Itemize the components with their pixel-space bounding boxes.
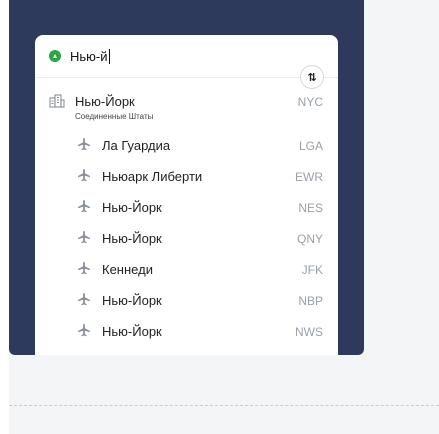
airport-name: Нью-Йорк — [102, 293, 162, 308]
airport-code: EWR — [295, 170, 323, 184]
airport-code: JFK — [301, 263, 323, 277]
airport-code: LGA — [298, 139, 323, 153]
airport-code: QNY — [296, 232, 323, 246]
swap-vertical-button[interactable]: ⇅ — [300, 65, 324, 89]
plane-icon — [78, 261, 90, 275]
page: Нью-й ⇅ Нью-Йорк Соединенные Штаты NYC Л… — [0, 0, 439, 434]
airport-name: Нью-Йорк — [102, 324, 162, 339]
city-country: Соединенные Штаты — [75, 112, 154, 121]
airport-name: Нью-Йорк — [102, 200, 162, 215]
swap-vertical-icon: ⇅ — [307, 71, 317, 84]
suggestion-city-new-york[interactable]: Нью-Йорк Соединенные Штаты NYC — [35, 90, 338, 130]
text-cursor — [108, 48, 110, 64]
origin-search-row[interactable]: Нью-й — [35, 35, 338, 78]
suggestion-airport-nbp[interactable]: Нью-Йорк NBP — [35, 285, 338, 316]
suggestions-list: Нью-Йорк Соединенные Штаты NYC Ла Гуарди… — [35, 90, 338, 347]
airport-code: NBP — [298, 294, 323, 308]
origin-location-icon — [49, 50, 61, 62]
airport-name: Ньюарк Либерти — [102, 169, 203, 184]
suggestion-airport-nws[interactable]: Нью-Йорк NWS — [35, 316, 338, 347]
suggestion-airport-qny[interactable]: Нью-Йорк QNY — [35, 223, 338, 254]
airport-dropdown: Нью-й ⇅ Нью-Йорк Соединенные Штаты NYC Л… — [35, 35, 338, 355]
left-margin — [0, 0, 9, 434]
plane-icon — [78, 323, 90, 337]
suggestion-airport-nes[interactable]: Нью-Йорк NES — [35, 192, 338, 223]
plane-icon — [78, 137, 90, 151]
airport-code: NES — [298, 201, 323, 215]
suggestion-airport-ewr[interactable]: Ньюарк Либерти EWR — [35, 161, 338, 192]
plane-icon — [78, 199, 90, 213]
airport-name: Кеннеди — [102, 262, 153, 277]
suggestion-airport-lga[interactable]: Ла Гуардиа LGA — [35, 130, 338, 161]
plane-icon — [78, 292, 90, 306]
dashed-divider — [9, 405, 439, 406]
airport-name: Нью-Йорк — [102, 231, 162, 246]
airport-list: Ла Гуардиа LGA Ньюарк Либерти EWR Нью-Йо… — [35, 130, 338, 347]
city-name: Нью-Йорк — [75, 94, 135, 109]
plane-icon — [78, 230, 90, 244]
origin-search-input[interactable]: Нью-й — [70, 49, 108, 64]
airport-code: NWS — [295, 325, 323, 339]
city-buildings-icon — [49, 94, 65, 108]
plane-icon — [78, 168, 90, 182]
airport-name: Ла Гуардиа — [102, 138, 171, 153]
city-code: NYC — [297, 95, 323, 109]
suggestion-airport-jfk[interactable]: Кеннеди JFK — [35, 254, 338, 285]
